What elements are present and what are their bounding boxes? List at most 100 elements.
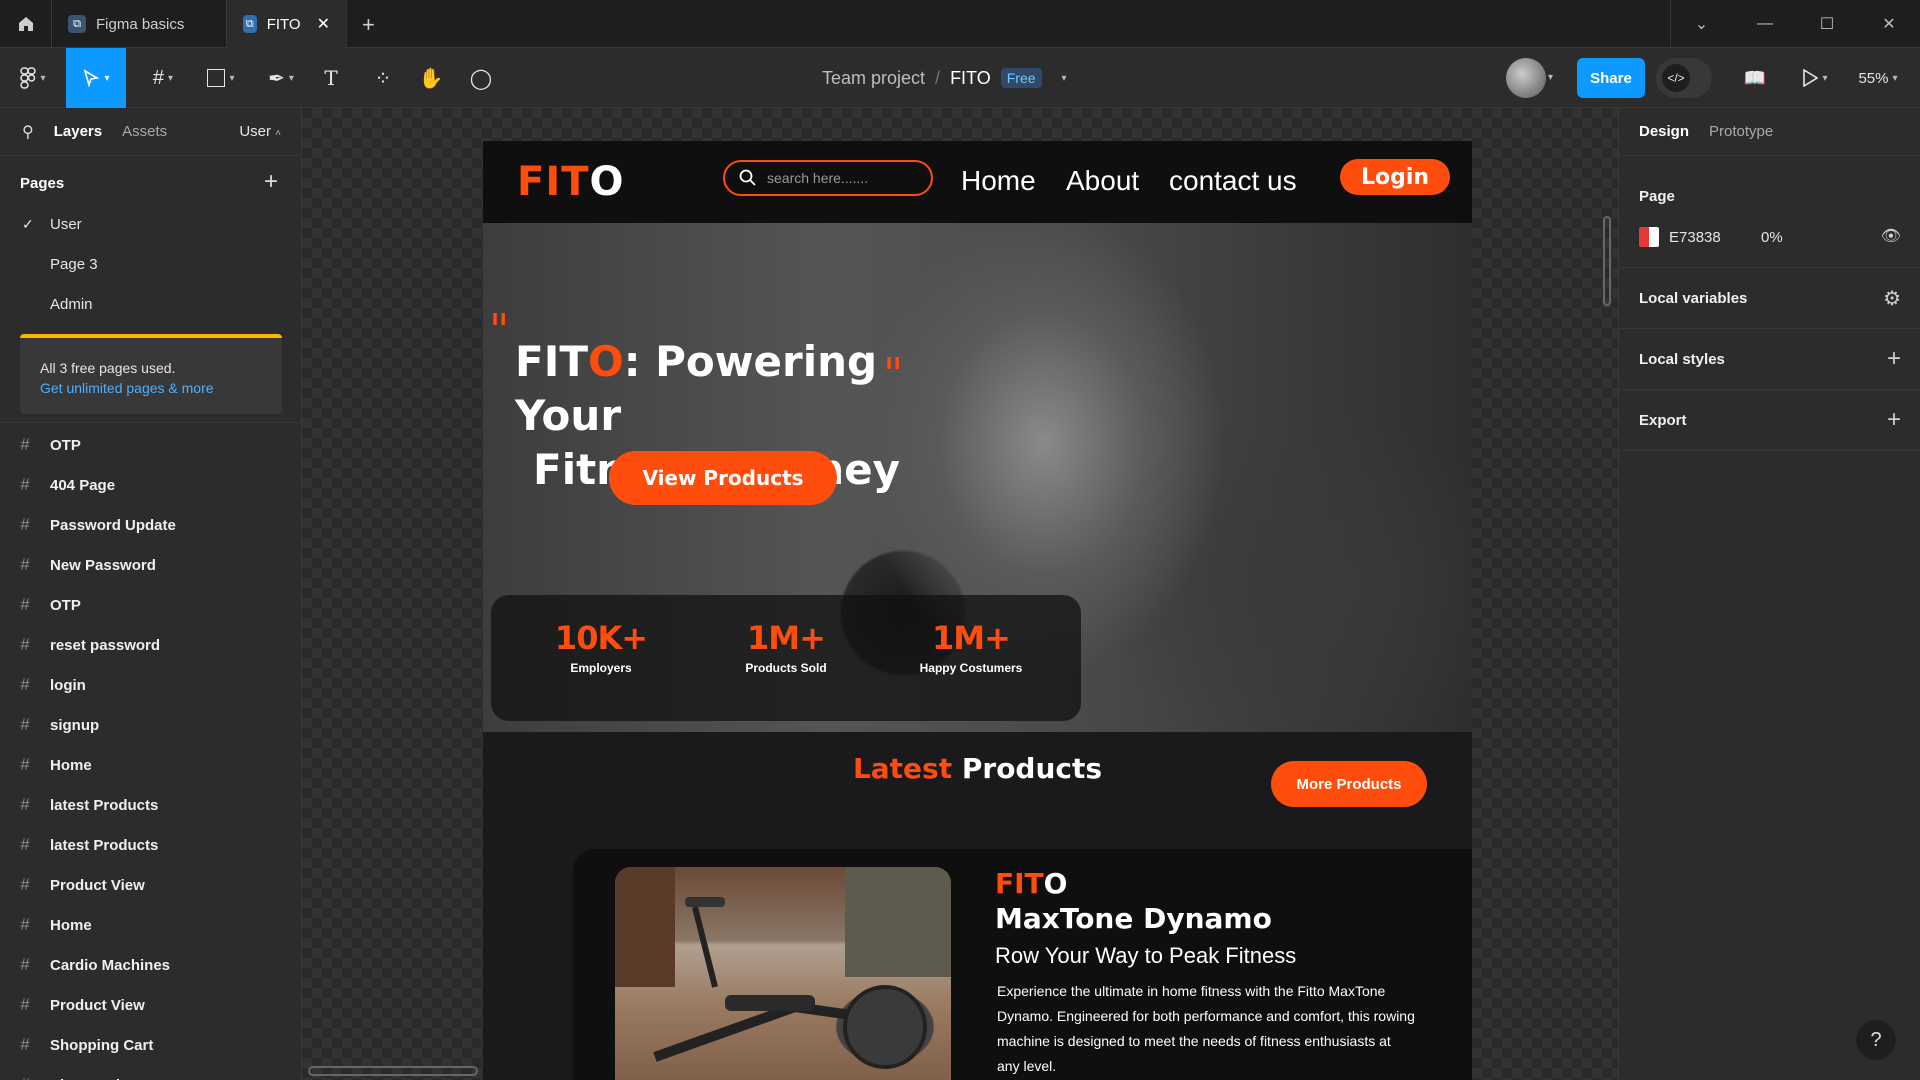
layer-row[interactable]: # latest Products: [0, 825, 301, 865]
breadcrumb: Team project / FITO Free ▾: [822, 48, 1067, 108]
quote-open: ": [489, 305, 510, 356]
pen-tool[interactable]: ✒ ▾: [258, 48, 304, 108]
vertical-scrollbar[interactable]: [1603, 216, 1611, 306]
chevron-down-icon[interactable]: ▾: [1548, 72, 1553, 83]
layer-label: Cardio Machines: [50, 956, 171, 974]
site-nav-contact[interactable]: contact us: [1169, 165, 1297, 197]
layer-row[interactable]: # Home: [0, 905, 301, 945]
page-item-user[interactable]: User: [50, 216, 82, 233]
chevron-down-icon: ▾: [168, 72, 174, 84]
tab-prototype[interactable]: Prototype: [1709, 123, 1773, 140]
layer-row[interactable]: # New Password: [0, 545, 301, 585]
user-frame[interactable]: FITO search here....... Home About conta…: [483, 141, 1472, 1080]
layer-label: OTP: [50, 436, 81, 454]
layer-row[interactable]: # login: [0, 665, 301, 705]
tab-figma-basics[interactable]: ⧉ Figma basics: [52, 0, 227, 48]
add-page-button[interactable]: +: [264, 168, 278, 196]
comment-tool[interactable]: ◯: [464, 48, 498, 108]
project-name[interactable]: Team project: [822, 68, 925, 89]
layer-row[interactable]: # Password Update: [0, 505, 301, 545]
new-tab-button[interactable]: +: [362, 12, 375, 38]
layer-row[interactable]: # latest Products: [0, 785, 301, 825]
layer-label: reset password: [50, 636, 161, 654]
page-opacity[interactable]: 0%: [1761, 229, 1783, 246]
plus-icon[interactable]: +: [1887, 345, 1901, 373]
minimize-button[interactable]: —: [1734, 0, 1796, 48]
plan-badge[interactable]: Free: [1000, 68, 1042, 88]
divider: [0, 422, 301, 423]
site-search-input[interactable]: search here.......: [723, 160, 933, 196]
file-name[interactable]: FITO: [950, 68, 991, 89]
layer-row[interactable]: # OTP: [0, 585, 301, 625]
tab-design[interactable]: Design: [1639, 123, 1689, 140]
logo-part: FIT: [517, 159, 590, 205]
layer-row[interactable]: # Product View: [0, 985, 301, 1025]
text-tool[interactable]: T: [314, 48, 348, 108]
page-selector-label: User: [239, 123, 271, 140]
tab-list-button[interactable]: ⌄: [1670, 0, 1732, 48]
notice-text: All 3 free pages used.: [40, 360, 176, 376]
layer-row[interactable]: #404 Page: [0, 465, 301, 505]
plus-icon[interactable]: +: [1887, 406, 1901, 434]
page-color-swatch[interactable]: [1639, 227, 1659, 247]
chevron-down-icon: ▾: [40, 72, 46, 84]
more-products-button[interactable]: More Products: [1271, 761, 1427, 807]
dev-mode-toggle[interactable]: </>: [1656, 58, 1712, 98]
toolbar: ▾ ▾ # ▾ ▾ ✒ ▾ T ⁘ ✋ ◯ Team project / FITO …: [0, 48, 1920, 108]
layer-row[interactable]: # Home: [0, 745, 301, 785]
layer-label: Shopping Cart: [50, 1036, 154, 1054]
shape-tool[interactable]: ▾: [198, 48, 244, 108]
horizontal-scrollbar[interactable]: [308, 1066, 478, 1076]
zoom-control[interactable]: 55% ▾: [1850, 48, 1906, 108]
page-item-admin[interactable]: Admin: [50, 296, 93, 313]
view-products-button[interactable]: View Products: [609, 451, 837, 505]
local-variables-label[interactable]: Local variables: [1639, 290, 1747, 307]
plus-icon: +: [362, 12, 375, 37]
avatar[interactable]: [1506, 58, 1546, 98]
site-nav-about[interactable]: About: [1066, 165, 1139, 197]
hand-tool[interactable]: ✋: [414, 48, 448, 108]
page-color-hex[interactable]: E73838: [1669, 229, 1721, 246]
close-window-button[interactable]: ✕: [1858, 0, 1920, 48]
resources-tool[interactable]: ⁘: [366, 48, 400, 108]
main-menu-button[interactable]: ▾: [10, 48, 56, 108]
tab-layers[interactable]: Layers: [54, 123, 102, 140]
layer-row[interactable]: # Shopping Cart: [0, 1025, 301, 1065]
page-label: Page: [1639, 188, 1675, 205]
local-styles-label: Local styles: [1639, 351, 1725, 368]
present-button[interactable]: ▾: [1792, 48, 1838, 108]
help-button[interactable]: ?: [1856, 1020, 1896, 1060]
tab-fito[interactable]: ⧉ FITO ✕: [227, 0, 347, 48]
maximize-button[interactable]: ☐: [1796, 0, 1858, 48]
layer-row[interactable]: # Cardio Machines: [0, 945, 301, 985]
layer-row[interactable]: # OTP: [0, 425, 301, 465]
upgrade-link[interactable]: Get unlimited pages & more: [40, 380, 214, 396]
maximize-icon: ☐: [1819, 16, 1835, 33]
site-nav-home[interactable]: Home: [961, 165, 1036, 197]
home-button[interactable]: [0, 0, 52, 48]
figma-menu-icon: [20, 67, 37, 89]
page-selector[interactable]: User ˄: [239, 123, 281, 140]
layer-row[interactable]: # Product View: [0, 865, 301, 905]
eye-icon[interactable]: 👁: [1881, 226, 1901, 246]
search-placeholder: search here.......: [767, 170, 869, 186]
home-icon: [18, 17, 33, 31]
site-login-button[interactable]: Login: [1340, 159, 1450, 195]
layer-row[interactable]: # signup: [0, 705, 301, 745]
frame-tool[interactable]: # ▾: [140, 48, 186, 108]
chevron-down-icon[interactable]: ▾: [1062, 73, 1067, 84]
search-icon[interactable]: ⚲: [22, 122, 34, 142]
library-button[interactable]: 📖: [1738, 48, 1772, 108]
canvas[interactable]: FITO search here....... Home About conta…: [302, 108, 1618, 1080]
page-item-page-3[interactable]: Page 3: [50, 256, 98, 273]
share-button[interactable]: Share: [1577, 58, 1645, 98]
move-tool[interactable]: ▾: [66, 48, 126, 108]
tab-assets[interactable]: Assets: [122, 123, 167, 140]
layer-row[interactable]: # reset password: [0, 625, 301, 665]
sliders-icon[interactable]: ⚙: [1883, 286, 1901, 311]
file-icon: ⧉: [243, 15, 257, 33]
layer-row[interactable]: #Place Order: [0, 1065, 301, 1080]
close-icon[interactable]: ✕: [317, 14, 330, 34]
right-panel-tabs: Design Prototype: [1619, 108, 1920, 156]
layer-label: Home: [50, 916, 92, 934]
